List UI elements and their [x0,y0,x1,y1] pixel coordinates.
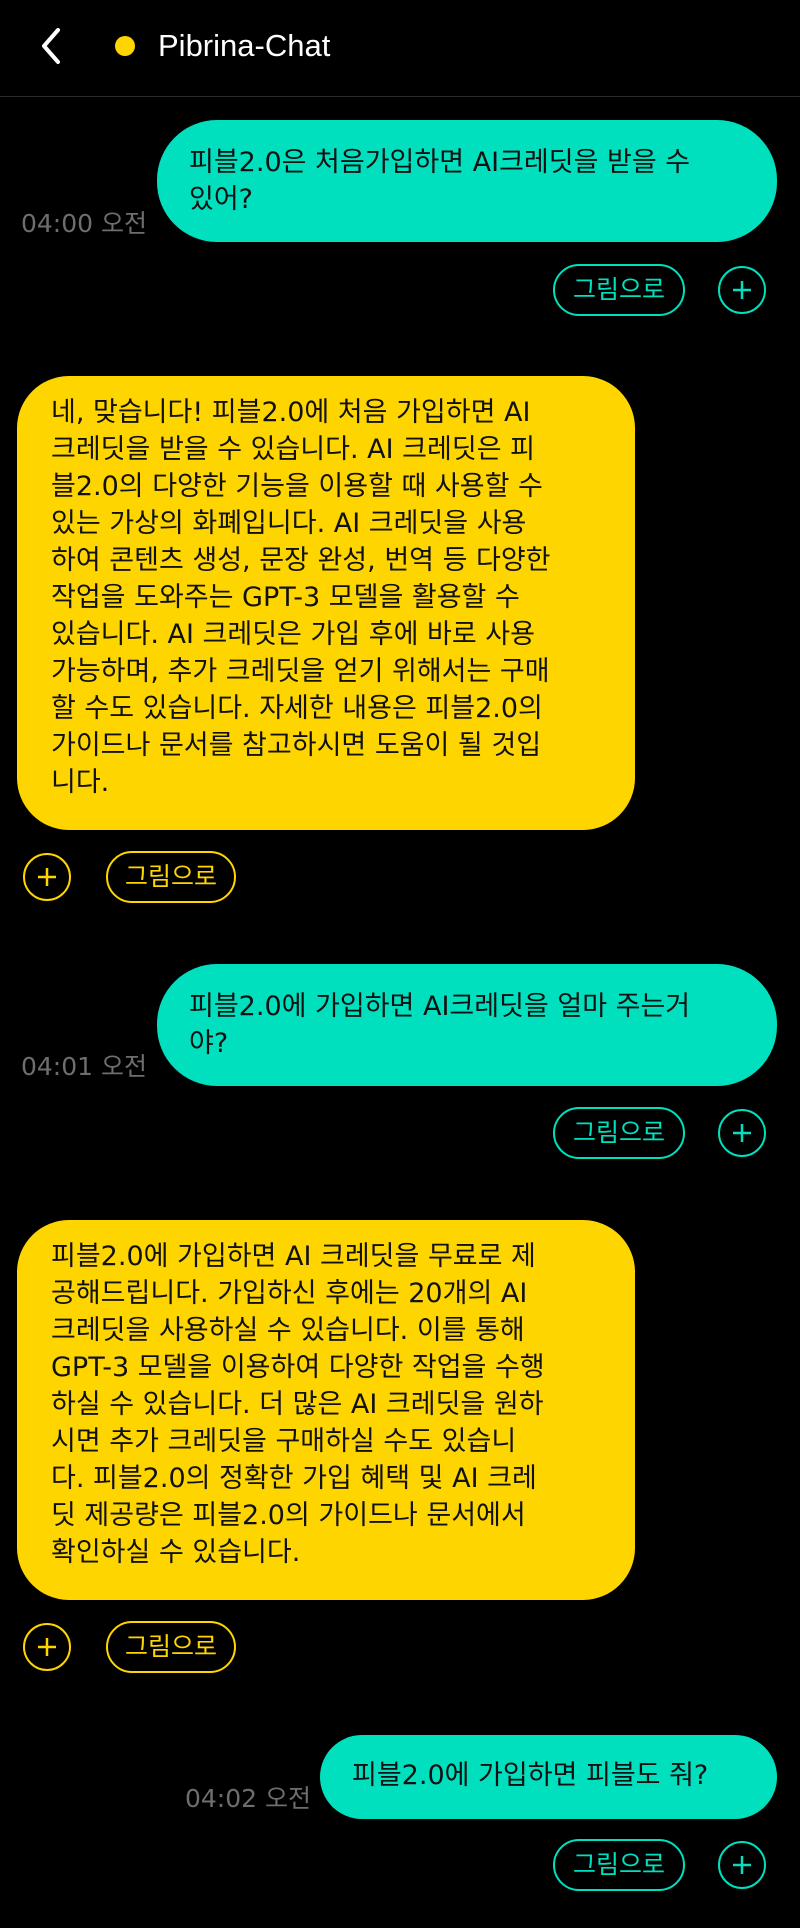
plus-icon [733,1124,751,1142]
online-status-dot [115,36,135,56]
plus-icon [38,1638,56,1656]
draw-as-image-button[interactable]: 그림으로 [553,264,685,316]
plus-icon [733,1856,751,1874]
user-message-bubble: 피블2.0에 가입하면 피블도 줘? [320,1735,777,1819]
plus-icon [38,868,56,886]
bot-message-bubble: 피블2.0에 가입하면 AI 크레딧을 무료로 제 공해드립니다. 가입하신 후… [17,1220,635,1600]
back-button[interactable] [30,20,74,72]
message-timestamp: 04:02 오전 [185,1784,311,1813]
draw-as-image-button[interactable]: 그림으로 [553,1839,685,1891]
message-timestamp: 04:01 오전 [21,1052,147,1081]
draw-as-image-button[interactable]: 그림으로 [106,1621,236,1673]
add-button[interactable] [23,1623,71,1671]
add-button[interactable] [23,853,71,901]
chat-title: Pibrina-Chat [158,28,331,63]
user-message-bubble: 피블2.0에 가입하면 AI크레딧을 얼마 주는거 야? [157,964,777,1086]
bot-message-bubble: 네, 맞습니다! 피블2.0에 처음 가입하면 AI 크레딧을 받을 수 있습니… [17,376,635,830]
message-timestamp: 04:00 오전 [21,209,147,238]
add-button[interactable] [718,1841,766,1889]
add-button[interactable] [718,266,766,314]
user-message-bubble: 피블2.0은 처음가입하면 AI크레딧을 받을 수 있어? [157,120,777,242]
chat-header: Pibrina-Chat [0,0,800,97]
plus-icon [733,281,751,299]
draw-as-image-button[interactable]: 그림으로 [553,1107,685,1159]
add-button[interactable] [718,1109,766,1157]
draw-as-image-button[interactable]: 그림으로 [106,851,236,903]
chevron-left-icon [42,28,60,64]
